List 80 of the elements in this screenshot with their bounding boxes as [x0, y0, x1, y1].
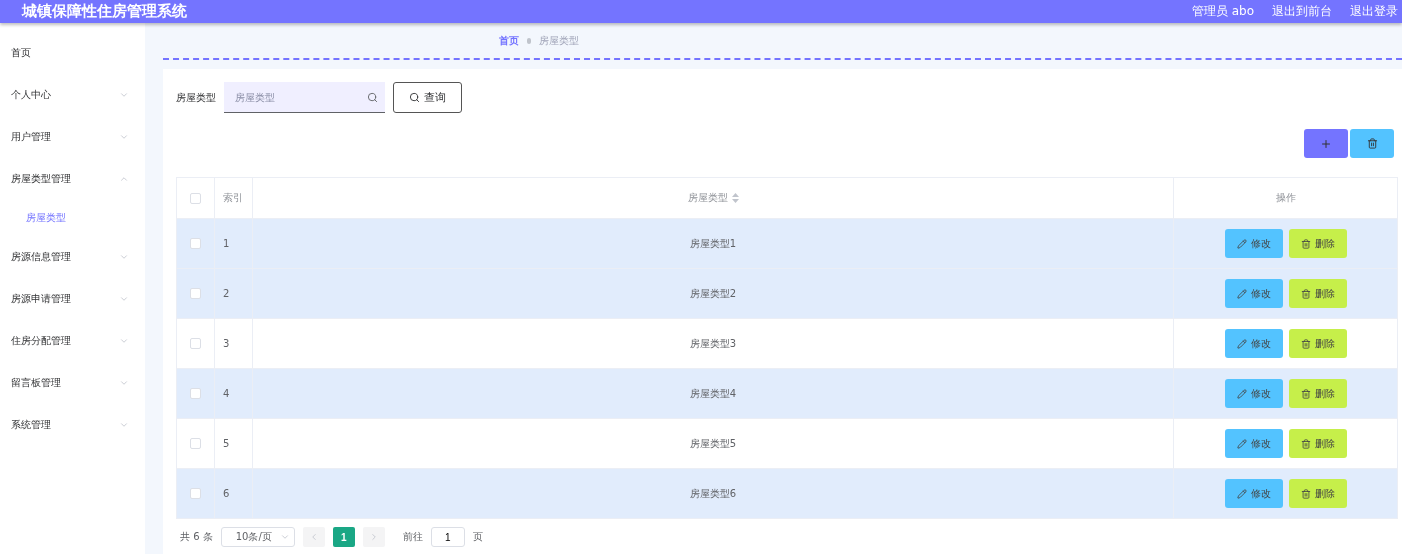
search-icon — [367, 92, 378, 103]
table-cell: 房屋类型5 — [689, 436, 737, 451]
checkbox[interactable] — [190, 438, 201, 449]
pencil-icon — [1236, 338, 1247, 349]
table-cell: 1 — [223, 238, 230, 249]
column-header: 操作 — [1275, 191, 1296, 205]
table-cell: 房屋类型2 — [689, 286, 737, 301]
breadcrumb-item[interactable]: 首页 — [499, 33, 519, 48]
table-cell: 3 — [223, 338, 230, 349]
table-cell: 房屋类型4 — [689, 386, 737, 401]
table-cell: 4 — [223, 388, 230, 399]
delete-button[interactable]: 删除 — [1288, 379, 1347, 408]
table-cell: 房屋类型6 — [689, 486, 737, 501]
edit-button[interactable]: 修改 — [1224, 229, 1283, 258]
sort-icon — [731, 193, 739, 203]
trash-icon — [1300, 288, 1311, 299]
table-cell: 5 — [223, 438, 230, 449]
sidebar-item[interactable]: 房屋类型管理 — [0, 158, 145, 200]
table-cell: 房屋类型1 — [689, 236, 737, 251]
header-link[interactable]: 退出登录 — [1350, 3, 1398, 20]
total-count: 共 6 条 — [180, 530, 213, 544]
delete-button[interactable]: 删除 — [1288, 229, 1347, 258]
checkbox[interactable] — [190, 488, 201, 499]
chevron-down-icon — [279, 532, 290, 542]
app-title: 城镇保障性住房管理系统 — [22, 2, 188, 21]
delete-button[interactable] — [1350, 129, 1394, 158]
sidebar-item[interactable]: 房源申请管理 — [0, 278, 145, 320]
page-input[interactable]: 1 — [430, 527, 465, 547]
pencil-icon — [1236, 238, 1247, 249]
goto-suffix: 页 — [472, 530, 483, 544]
add-button[interactable] — [1304, 129, 1348, 158]
pencil-icon — [1236, 288, 1247, 299]
delete-button[interactable]: 删除 — [1288, 429, 1347, 458]
sidebar-item[interactable]: 住房分配管理 — [0, 320, 145, 362]
checkbox[interactable] — [190, 288, 201, 299]
pencil-icon — [1236, 488, 1247, 499]
separator-icon — [527, 37, 531, 44]
checkbox[interactable] — [190, 388, 201, 399]
delete-button[interactable]: 删除 — [1288, 279, 1347, 308]
checkbox[interactable] — [190, 238, 201, 249]
plus-icon — [1320, 137, 1332, 150]
edit-button[interactable]: 修改 — [1224, 479, 1283, 508]
sidebar-item[interactable]: 留言板管理 — [0, 362, 145, 404]
breadcrumb-item: 房屋类型 — [539, 33, 579, 48]
trash-icon — [1300, 388, 1311, 399]
table-cell: 房屋类型3 — [689, 336, 737, 351]
header-link[interactable]: 管理员 abo — [1191, 3, 1254, 20]
edit-button[interactable]: 修改 — [1224, 279, 1283, 308]
trash-icon — [1300, 338, 1311, 349]
table-cell: 6 — [223, 488, 230, 499]
sidebar-item[interactable]: 系统管理 — [0, 404, 145, 446]
prev-page-button[interactable] — [302, 527, 325, 547]
search-button[interactable]: 查询 — [393, 82, 462, 113]
checkbox[interactable] — [190, 338, 201, 349]
pencil-icon — [1236, 438, 1247, 449]
next-page-button[interactable] — [362, 527, 385, 547]
sidebar-item[interactable]: 个人中心 — [0, 74, 145, 116]
pencil-icon — [1236, 388, 1247, 399]
table-cell: 2 — [223, 288, 230, 299]
delete-button[interactable]: 删除 — [1288, 479, 1347, 508]
sidebar-item[interactable]: 房源信息管理 — [0, 236, 145, 278]
goto-label: 前往 — [402, 530, 423, 544]
sidebar-item[interactable]: 首页 — [0, 32, 145, 74]
trash-icon — [1300, 488, 1311, 499]
trash-icon — [1300, 438, 1311, 449]
checkbox[interactable] — [190, 192, 201, 204]
sidebar-item[interactable]: 用户管理 — [0, 116, 145, 158]
edit-button[interactable]: 修改 — [1224, 429, 1283, 458]
search-field[interactable]: 房屋类型 — [224, 82, 385, 113]
edit-button[interactable]: 修改 — [1224, 379, 1283, 408]
column-header: 索引 — [223, 191, 243, 205]
trash-icon — [1366, 138, 1378, 149]
field-label: 房屋类型 — [176, 90, 216, 105]
page-size-select[interactable]: 10条/页 — [220, 527, 295, 547]
edit-button[interactable]: 修改 — [1224, 329, 1283, 358]
sidebar-subitem[interactable]: 房屋类型 — [0, 200, 145, 236]
header-link[interactable]: 退出到前台 — [1272, 3, 1332, 20]
trash-icon — [1300, 238, 1311, 249]
delete-button[interactable]: 删除 — [1288, 329, 1347, 358]
search-icon — [409, 92, 420, 103]
